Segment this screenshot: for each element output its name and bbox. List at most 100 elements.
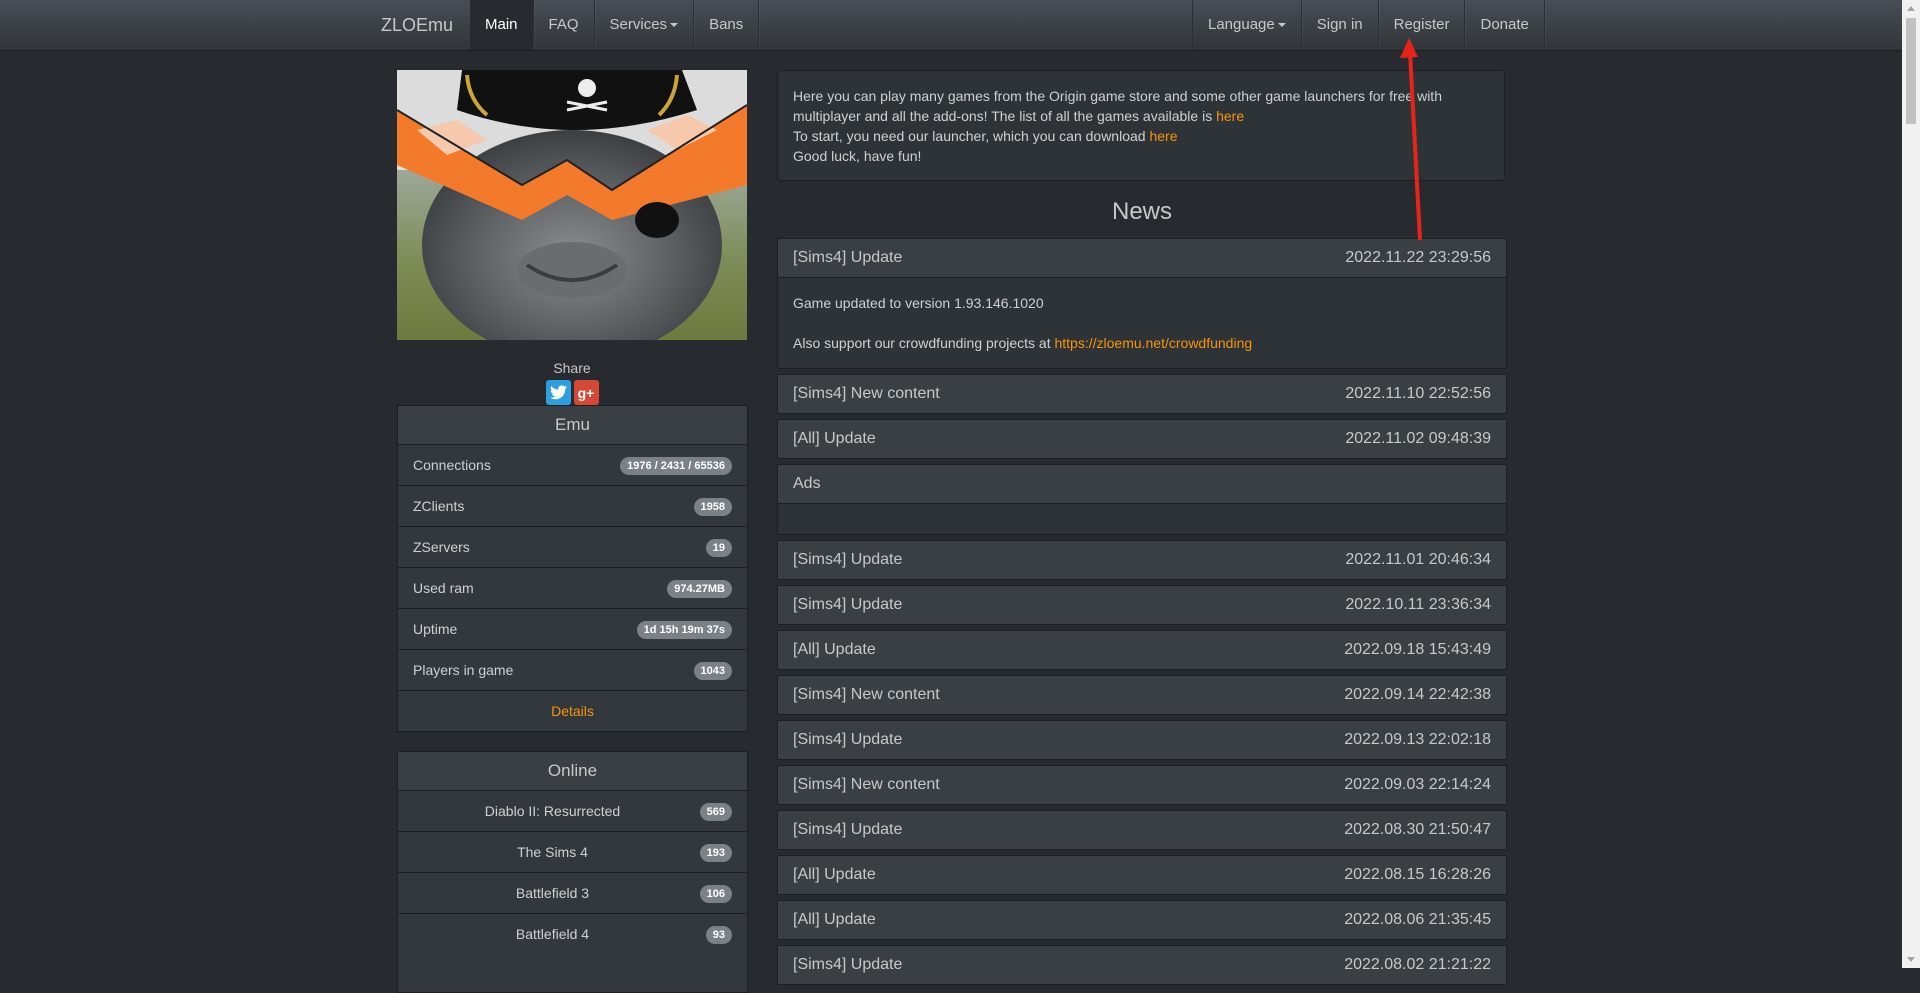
nav-item-main[interactable]: Main (470, 0, 534, 50)
news-title: [All] Update (793, 430, 876, 447)
details-link[interactable]: Details (551, 703, 594, 719)
online-game-row[interactable]: The Sims 4 193 (398, 832, 747, 873)
game-name: Battlefield 4 (515, 926, 590, 942)
game-name: The Sims 4 (517, 844, 588, 860)
news-item-header[interactable]: [All] Update 2022.09.18 15:43:49 (778, 631, 1506, 669)
news-date: 2022.10.11 23:36:34 (1345, 596, 1491, 613)
nav-item-faq[interactable]: FAQ (534, 0, 595, 50)
games-list-link[interactable]: here (1216, 108, 1244, 124)
news-title: [Sims4] Update (793, 956, 903, 973)
stat-badge: 974.27MB (667, 580, 732, 598)
news-item-header[interactable]: [All] Update 2022.11.02 09:48:39 (778, 420, 1506, 458)
news-item: [All] Update 2022.08.15 16:28:26 (777, 855, 1507, 895)
news-item: [Sims4] New content 2022.09.14 22:42:38 (777, 675, 1507, 715)
player-count-badge: 193 (699, 844, 732, 862)
share-icons: g+ (397, 380, 747, 405)
stat-label: ZServers (413, 539, 470, 555)
game-name: Battlefield 3 (515, 885, 590, 901)
news-date: 2022.09.14 22:42:38 (1344, 686, 1491, 703)
online-game-row[interactable]: Diablo II: Resurrected 569 (398, 791, 747, 832)
news-item-header[interactable]: [Sims4] Update 2022.10.11 23:36:34 (778, 586, 1506, 624)
online-games-panel: Online Diablo II: Resurrected 569 The Si… (397, 751, 748, 993)
launcher-download-link[interactable]: here (1149, 128, 1177, 144)
stat-row-players-in-game: Players in game 1043 (398, 650, 747, 691)
news-date: 2022.08.02 21:21:22 (1344, 956, 1491, 973)
share-label: Share (553, 360, 591, 376)
nav-item-sign-in[interactable]: Sign in (1302, 0, 1379, 50)
nav-item-bans[interactable]: Bans (694, 0, 760, 50)
news-item-header[interactable]: [Sims4] New content 2022.09.03 22:14:24 (778, 766, 1506, 804)
pirate-emu-logo-image (397, 70, 747, 340)
online-panel-title: Online (398, 752, 747, 791)
news-item: [Sims4] Update 2022.08.30 21:50:47 (777, 810, 1507, 850)
news-title: [Sims4] New content (793, 776, 940, 793)
twitter-icon[interactable] (545, 380, 571, 405)
news-item-header[interactable]: [Sims4] New content 2022.11.10 22:52:56 (778, 375, 1506, 413)
news-title: [Sims4] New content (793, 686, 940, 703)
news-item-header[interactable]: [All] Update 2022.08.06 21:35:45 (778, 901, 1506, 939)
game-name: Diablo II: Resurrected (484, 803, 621, 819)
news-title: [Sims4] Update (793, 596, 903, 613)
welcome-line-3: Good luck, have fun! (793, 148, 922, 164)
news-body-text: Game updated to version 1.93.146.1020 (793, 295, 1044, 311)
news-item-header[interactable]: [Sims4] Update 2022.08.30 21:50:47 (778, 811, 1506, 849)
news-item-header[interactable]: [Sims4] Update 2022.11.22 23:29:56 (778, 239, 1506, 277)
news-title: [All] Update (793, 911, 876, 928)
ads-block: Ads (777, 464, 1507, 535)
news-item: [Sims4] New content 2022.11.10 22:52:56 (777, 374, 1507, 414)
crowdfunding-link[interactable]: https://zloemu.net/crowdfunding (1054, 335, 1252, 351)
news-item-header[interactable]: [Sims4] Update 2022.08.02 21:21:22 (778, 946, 1506, 984)
google-plus-icon[interactable]: g+ (573, 380, 599, 405)
nav-item-language-label: Language (1208, 16, 1275, 33)
stat-label: Connections (413, 457, 491, 473)
share-block: Share g+ (397, 360, 747, 405)
news-item: [All] Update 2022.11.02 09:48:39 (777, 419, 1507, 459)
scroll-up-arrow-icon[interactable] (1907, 6, 1915, 11)
news-item-header[interactable]: [Sims4] Update 2022.11.01 20:46:34 (778, 541, 1506, 579)
news-item-body: Game updated to version 1.93.146.1020 Al… (778, 277, 1506, 368)
news-title: [Sims4] Update (793, 249, 903, 266)
caret-down-icon (670, 23, 679, 28)
news-item: [All] Update 2022.08.06 21:35:45 (777, 900, 1507, 940)
brand-logo-text[interactable]: ZLOEmu (370, 0, 464, 50)
news-list: [Sims4] Update 2022.11.22 23:29:56 Game … (777, 238, 1507, 990)
details-row: Details (398, 691, 747, 731)
nav-item-services-label: Services (609, 16, 668, 33)
online-game-row[interactable]: Battlefield 4 93 (398, 914, 747, 954)
caret-down-icon (1277, 23, 1286, 28)
news-item-header[interactable]: [Sims4] New content 2022.09.14 22:42:38 (778, 676, 1506, 714)
stat-row-zservers: ZServers 19 (398, 527, 747, 568)
news-item-header[interactable]: [All] Update 2022.08.15 16:28:26 (778, 856, 1506, 894)
stat-badge: 1043 (693, 662, 732, 680)
news-item: [Sims4] Update 2022.11.01 20:46:34 (777, 540, 1507, 580)
stat-row-connections: Connections 1976 / 2431 / 65536 (398, 445, 747, 486)
scrollbar-thumb[interactable] (1906, 18, 1916, 124)
nav-item-language[interactable]: Language (1192, 0, 1302, 50)
news-title: [All] Update (793, 866, 876, 883)
news-item-header[interactable]: [Sims4] Update 2022.09.13 22:02:18 (778, 721, 1506, 759)
news-title: [Sims4] Update (793, 551, 903, 568)
ads-title: Ads (793, 475, 821, 492)
nav-item-register[interactable]: Register (1379, 0, 1466, 50)
news-date: 2022.09.18 15:43:49 (1344, 641, 1491, 658)
scroll-down-arrow-icon[interactable] (1907, 957, 1915, 962)
ads-body (778, 503, 1506, 534)
account-nav: Language Sign in Register Donate (1192, 0, 1545, 50)
emu-stats-panel: Emu Connections 1976 / 2431 / 65536 ZCli… (397, 405, 748, 732)
news-title: [All] Update (793, 641, 876, 658)
news-date: 2022.11.10 22:52:56 (1345, 385, 1491, 402)
news-date: 2022.08.30 21:50:47 (1344, 821, 1491, 838)
player-count-badge: 106 (699, 885, 732, 903)
news-item: [Sims4] Update 2022.10.11 23:36:34 (777, 585, 1507, 625)
pirate-emu-illustration (397, 70, 747, 340)
welcome-line-1: Here you can play many games from the Or… (793, 88, 1442, 124)
ads-header: Ads (778, 465, 1506, 503)
news-date: 2022.09.13 22:02:18 (1344, 731, 1491, 748)
stat-row-used-ram: Used ram 974.27MB (398, 568, 747, 609)
news-date: 2022.09.03 22:14:24 (1344, 776, 1491, 793)
nav-item-donate[interactable]: Donate (1465, 0, 1545, 50)
stat-badge: 1d 15h 19m 37s (636, 621, 732, 639)
page-scrollbar[interactable] (1902, 0, 1920, 968)
online-game-row[interactable]: Battlefield 3 106 (398, 873, 747, 914)
nav-item-services[interactable]: Services (595, 0, 695, 50)
